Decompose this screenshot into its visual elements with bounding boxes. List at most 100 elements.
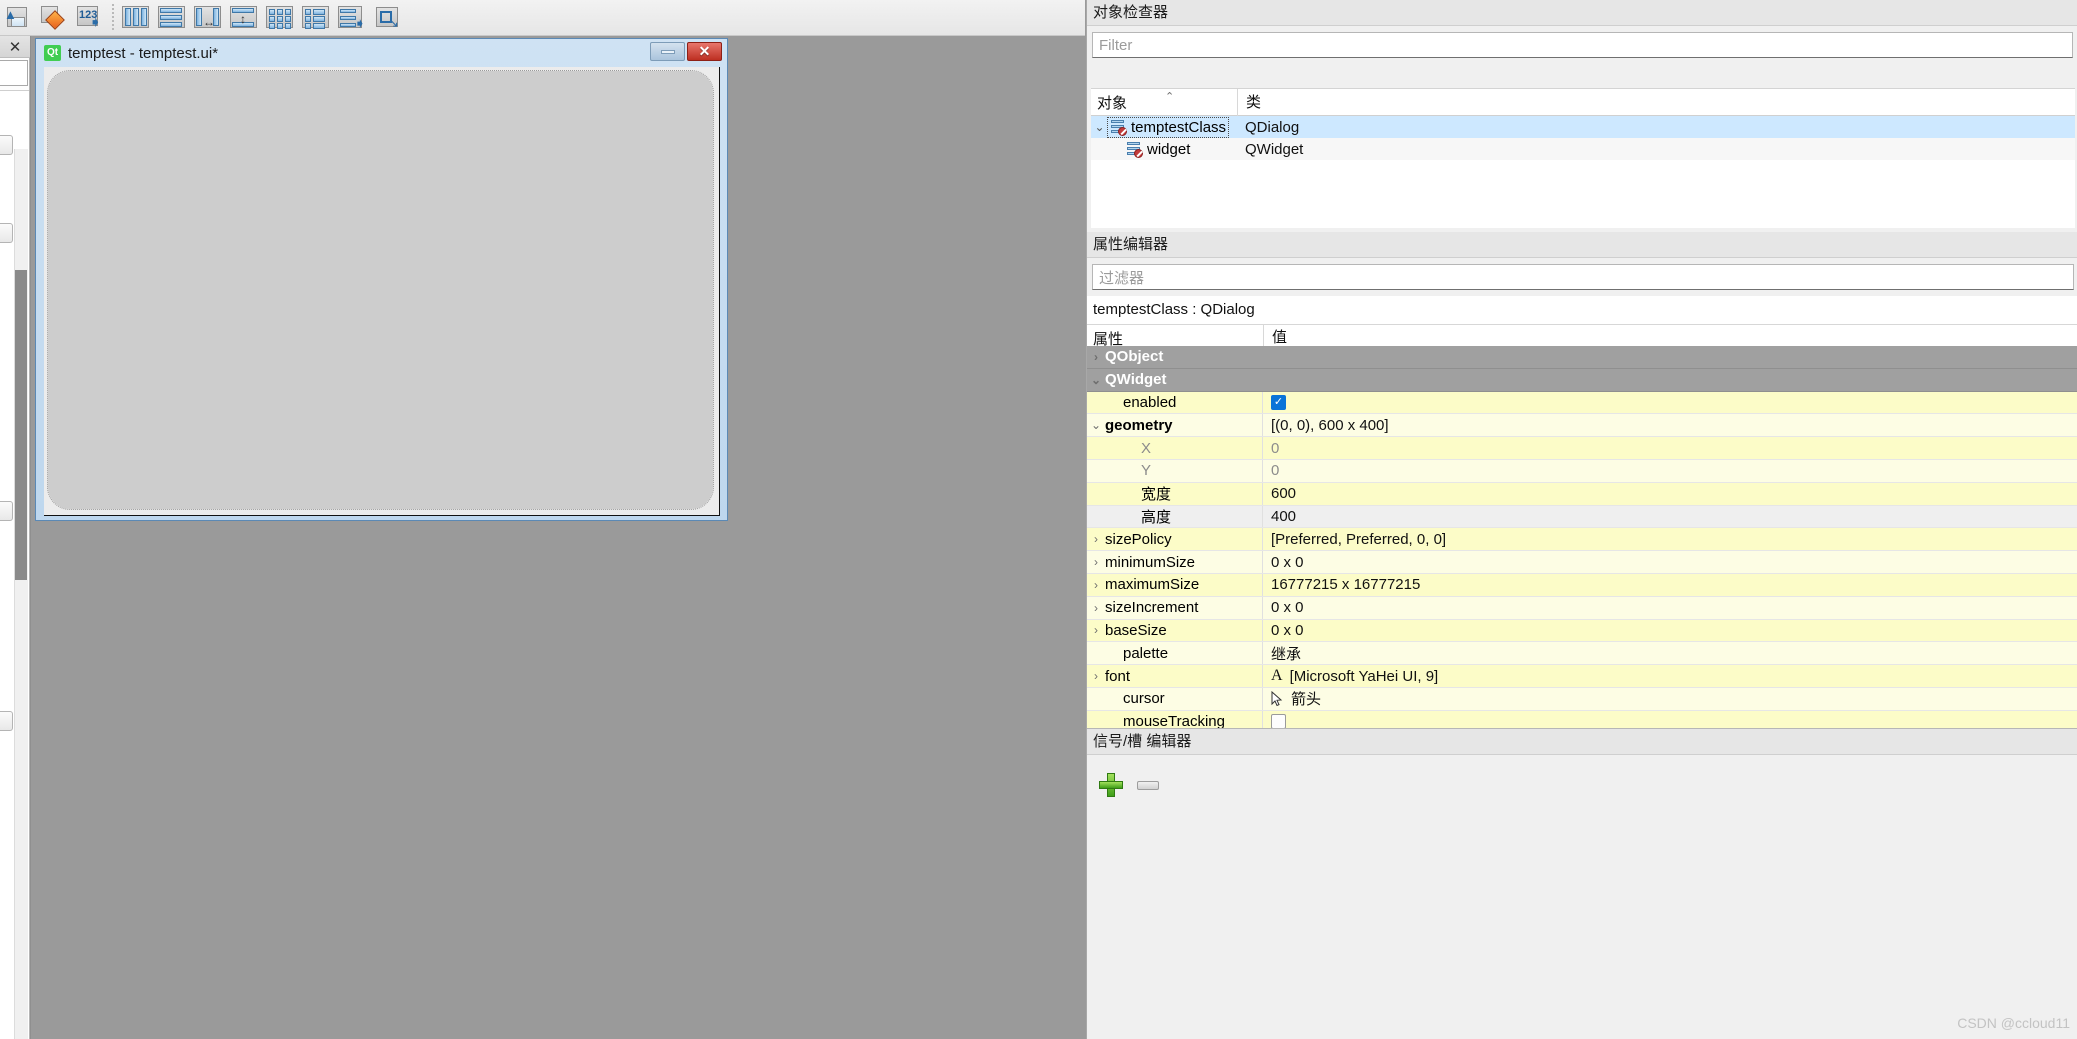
chevron-right-icon[interactable]: ›	[1087, 578, 1105, 592]
property-value-cell[interactable]: 0 x 0	[1263, 551, 2077, 573]
property-value-cell[interactable]: ✓	[1263, 392, 2077, 414]
property-row[interactable]: ⌄ geometry [(0, 0), 600 x 400]	[1087, 414, 2077, 438]
widget-box-scrollbar-thumb[interactable]	[15, 270, 27, 580]
remove-connection-icon[interactable]	[1137, 780, 1159, 790]
checkbox-unchecked[interactable]	[1271, 714, 1286, 728]
object-tree-col-object[interactable]: 对象	[1091, 92, 1237, 113]
table-row[interactable]: widget QWidget	[1091, 138, 2075, 160]
property-row[interactable]: 宽度 600	[1087, 482, 2077, 506]
table-row[interactable]: ⌄ temptestClass QDialog	[1091, 116, 2075, 138]
object-class-label: QDialog	[1245, 118, 1300, 136]
chevron-down-icon[interactable]: ⌄	[1087, 373, 1105, 387]
widget-box-category[interactable]	[0, 501, 13, 521]
property-value-cell[interactable]: 继承	[1263, 642, 2077, 664]
watermark-label: CSDN @ccloud11	[1957, 1015, 2070, 1031]
property-value-cell[interactable]: 0 x 0	[1263, 597, 2077, 619]
property-name-label: 高度	[1141, 508, 1172, 526]
minimize-button[interactable]	[650, 42, 685, 61]
layout-vertically-icon[interactable]	[154, 1, 190, 35]
property-name-label: QWidget	[1105, 371, 1167, 389]
form-canvas[interactable]	[44, 67, 720, 516]
break-layout-icon[interactable]: ➧	[334, 1, 370, 35]
property-row[interactable]: › font A [Microsoft YaHei UI, 9]	[1087, 665, 2077, 688]
property-value-cell[interactable]: 16777215 x 16777215	[1263, 574, 2077, 596]
cursor-arrow-icon	[1271, 690, 1283, 707]
layout-vertical-splitter-icon[interactable]: ↕	[226, 1, 262, 35]
property-row[interactable]: palette 继承	[1087, 642, 2077, 666]
property-value-cell[interactable]: [(0, 0), 600 x 400]	[1263, 414, 2077, 436]
object-inspector-tree[interactable]: 对象 ⌃ 类 ⌄ temptestClass QDialog widget QW…	[1091, 88, 2075, 228]
property-value-label: [Microsoft YaHei UI, 9]	[1289, 667, 1439, 685]
widget-box-category[interactable]	[0, 135, 13, 155]
mdi-workspace[interactable]: Qt temptest - temptest.ui* ✕	[30, 36, 1085, 1039]
property-row[interactable]: › QObject	[1087, 346, 2077, 369]
property-value-cell[interactable]: 0 x 0	[1263, 620, 2077, 642]
property-row[interactable]: › sizeIncrement 0 x 0	[1087, 596, 2077, 620]
property-row[interactable]: ⌄ QWidget	[1087, 368, 2077, 392]
object-class-label: QWidget	[1245, 140, 1304, 158]
property-row[interactable]: › maximumSize 16777215 x 16777215	[1087, 573, 2077, 597]
chevron-down-icon[interactable]: ⌄	[1087, 418, 1105, 432]
property-value-cell[interactable]: 600	[1263, 483, 2077, 505]
property-value-cell[interactable]	[1263, 711, 2077, 728]
toolbar-separator	[108, 3, 118, 33]
property-value-cell[interactable]	[1263, 346, 2077, 368]
property-name-label: X	[1141, 439, 1152, 457]
widget-box-filter-input[interactable]	[0, 60, 28, 86]
layout-form-icon[interactable]	[298, 1, 334, 35]
chevron-right-icon[interactable]: ›	[1087, 623, 1105, 637]
close-button[interactable]: ✕	[687, 42, 722, 61]
property-value-label: 0 x 0	[1271, 621, 1304, 639]
chevron-down-icon[interactable]: ⌄	[1091, 120, 1108, 134]
property-grid-body[interactable]: › QObject ⌄ QWidget enabled ✓ ⌄ geometry [(0, 0)…	[1087, 346, 2077, 728]
property-row[interactable]: 高度 400	[1087, 505, 2077, 529]
chevron-right-icon[interactable]: ›	[1087, 555, 1105, 569]
layout-horizontal-splitter-icon[interactable]: ↔	[190, 1, 226, 35]
form-window[interactable]: Qt temptest - temptest.ui* ✕	[35, 38, 728, 521]
layout-grid-glyph	[265, 4, 295, 32]
property-editor-title: 属性编辑器	[1087, 232, 2077, 258]
chevron-right-icon[interactable]: ›	[1087, 601, 1105, 615]
layout-grid-icon[interactable]	[262, 1, 298, 35]
property-value-cell[interactable]: 400	[1263, 506, 2077, 528]
property-value-cell[interactable]: 0	[1263, 437, 2077, 459]
layout-vertical-splitter-glyph: ↕	[229, 4, 259, 32]
form-dialog-widget[interactable]	[47, 70, 714, 510]
form-window-titlebar[interactable]: Qt temptest - temptest.ui* ✕	[39, 42, 724, 64]
property-value-cell[interactable]: 箭头	[1263, 688, 2077, 710]
tab-order-icon[interactable]: 123 ➧	[72, 1, 108, 35]
property-row[interactable]: › baseSize 0 x 0	[1087, 619, 2077, 643]
chevron-right-icon[interactable]: ›	[1087, 532, 1105, 546]
property-value-label: 400	[1271, 507, 1297, 525]
checkbox-checked[interactable]: ✓	[1271, 394, 1286, 410]
property-name-label: enabled	[1123, 393, 1177, 411]
property-value-cell[interactable]: 0	[1263, 460, 2077, 482]
property-value-cell[interactable]	[1263, 369, 2077, 391]
break-layout-glyph: ➧	[337, 4, 367, 32]
property-row[interactable]: X0	[1087, 437, 2077, 460]
property-value-label: [Preferred, Preferred, 0, 0]	[1271, 530, 1447, 548]
tab-order-glyph: 123 ➧	[75, 4, 105, 32]
chevron-right-icon[interactable]: ›	[1087, 350, 1105, 364]
edit-tag-icon[interactable]	[36, 1, 72, 35]
property-row[interactable]: › minimumSize 0 x 0	[1087, 551, 2077, 574]
property-row[interactable]: mouseTracking	[1087, 710, 2077, 728]
property-row[interactable]: cursor 箭头	[1087, 687, 2077, 711]
widget-box-category[interactable]	[0, 223, 13, 243]
add-connection-icon[interactable]	[1099, 773, 1123, 797]
widget-box-category[interactable]	[0, 711, 13, 731]
chevron-right-icon[interactable]: ›	[1087, 669, 1105, 683]
layout-horizontally-icon[interactable]	[118, 1, 154, 35]
property-value-cell[interactable]: A [Microsoft YaHei UI, 9]	[1263, 665, 2077, 687]
property-row[interactable]: Y0	[1087, 459, 2077, 483]
save-form-icon[interactable]: ▲	[0, 1, 36, 35]
object-inspector-filter-input[interactable]: Filter	[1092, 32, 2073, 58]
object-tree-col-class[interactable]: 类	[1237, 88, 2075, 116]
form-size-grip[interactable]	[705, 501, 717, 513]
property-row[interactable]: › sizePolicy [Preferred, Preferred, 0, 0]	[1087, 528, 2077, 552]
widget-box-close-icon[interactable]: ✕	[0, 36, 30, 58]
property-editor-filter-input[interactable]: 过滤器	[1092, 264, 2074, 290]
adjust-size-icon[interactable]: ↘	[370, 1, 406, 35]
property-row[interactable]: enabled ✓	[1087, 391, 2077, 415]
property-value-cell[interactable]: [Preferred, Preferred, 0, 0]	[1263, 528, 2077, 550]
